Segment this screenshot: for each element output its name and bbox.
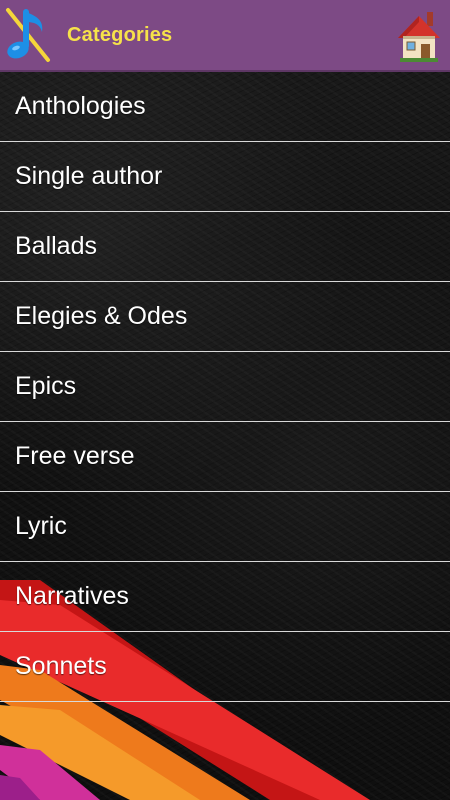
category-item-lyric[interactable]: Lyric: [0, 492, 450, 562]
category-label: Narratives: [15, 582, 129, 610]
category-label: Free verse: [15, 442, 135, 470]
action-bar: Categories: [0, 0, 450, 72]
category-item-narratives[interactable]: Narratives: [0, 562, 450, 632]
category-label: Sonnets: [15, 652, 107, 680]
category-label: Ballads: [15, 232, 97, 260]
category-item-anthologies[interactable]: Anthologies: [0, 72, 450, 142]
category-item-elegies-odes[interactable]: Elegies & Odes: [0, 282, 450, 352]
category-label: Single author: [15, 162, 163, 190]
category-label: Elegies & Odes: [15, 302, 188, 330]
category-item-single-author[interactable]: Single author: [0, 142, 450, 212]
house-icon[interactable]: [396, 8, 442, 64]
category-label: Anthologies: [15, 92, 146, 120]
category-item-sonnets[interactable]: Sonnets: [0, 632, 450, 702]
category-label: Epics: [15, 372, 77, 400]
categories-screen: Categories Anthologies Single author Bal…: [0, 0, 450, 800]
category-item-ballads[interactable]: Ballads: [0, 212, 450, 282]
music-note-icon: [6, 8, 50, 62]
category-label: Lyric: [15, 512, 67, 540]
category-list: Anthologies Single author Ballads Elegie…: [0, 72, 450, 702]
category-item-free-verse[interactable]: Free verse: [0, 422, 450, 492]
page-title: Categories: [67, 24, 173, 46]
category-item-epics[interactable]: Epics: [0, 352, 450, 422]
